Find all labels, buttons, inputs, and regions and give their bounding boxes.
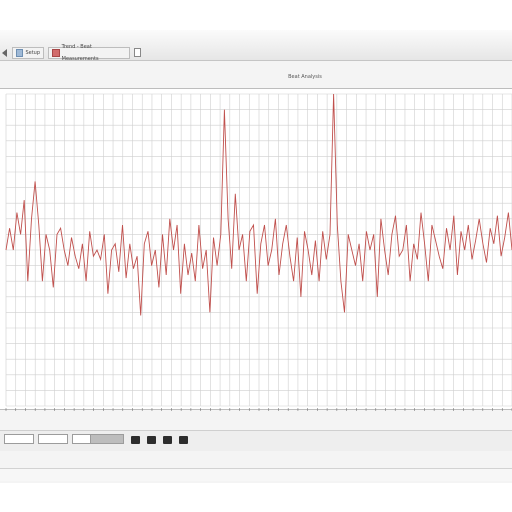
chart-icon [52,49,60,57]
bottom-bar [0,468,512,481]
tab-trend[interactable]: Trend - Beat Measurements [48,44,130,62]
status-field-4 [90,434,124,444]
settings-icon [16,49,24,57]
tab-setup-label: Setup [25,50,40,56]
top-margin [0,0,512,30]
back-arrow-icon[interactable] [2,49,7,57]
plot-title: Beat Analysis [288,74,322,80]
tab-setup[interactable]: Setup [12,47,44,59]
play-icon[interactable] [131,436,140,444]
stop-icon[interactable] [163,436,172,444]
document-icon[interactable] [134,48,141,57]
status-field-2 [38,434,68,444]
trend-chart [5,93,512,411]
record-icon[interactable] [179,436,188,444]
pause-icon[interactable] [147,436,156,444]
tab-trend-label: Trend - Beat Measurements [61,44,99,62]
status-field-1 [4,434,34,444]
